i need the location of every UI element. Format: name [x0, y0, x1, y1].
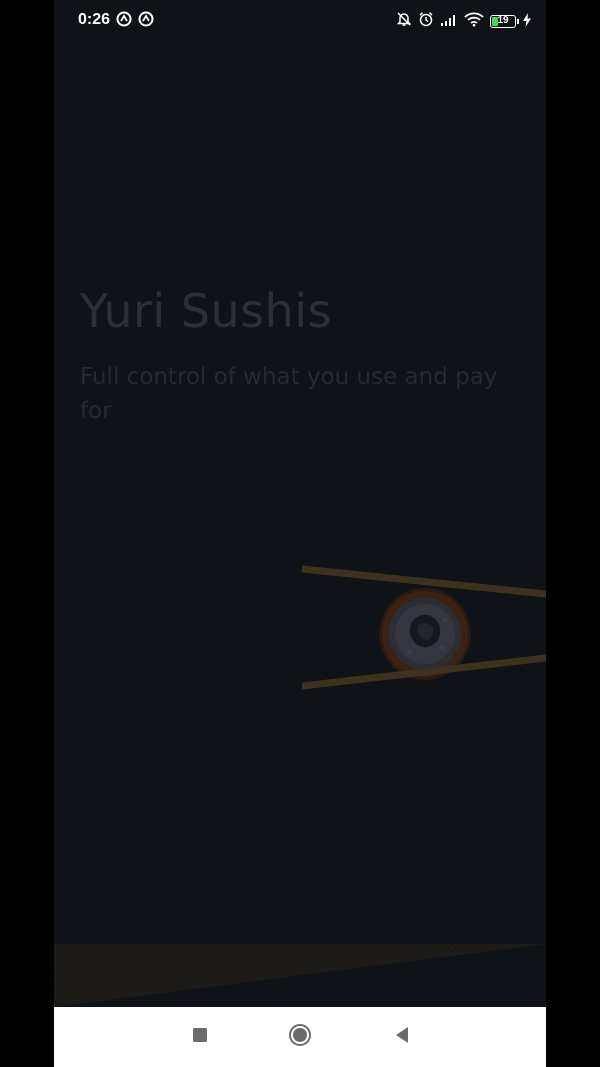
bell-off-icon [396, 11, 412, 31]
app-subtitle: Full control of what you use and pay for [80, 364, 498, 424]
app-title: Yuri Sushis [80, 284, 333, 338]
battery-icon: 19 [490, 14, 519, 28]
status-bar: 0:26 19 [54, 0, 546, 40]
notification-app-icon [138, 11, 154, 31]
signal-icon [440, 12, 458, 31]
sushi-chopsticks-illustration [298, 560, 546, 700]
status-time: 0:26 [78, 11, 111, 28]
recent-apps-icon [192, 1027, 208, 1047]
notification-app-icon [116, 11, 132, 31]
wifi-icon [464, 12, 484, 31]
recent-apps-button[interactable] [188, 1025, 212, 1049]
battery-percentage: 19 [497, 15, 509, 26]
decorative-wedge [54, 944, 546, 1007]
charging-icon [522, 12, 532, 31]
status-notification-icons [116, 11, 154, 31]
home-button[interactable] [288, 1023, 312, 1051]
battery-cap [517, 18, 519, 24]
alarm-icon [418, 11, 434, 31]
app-screen: 0:26 19 Yuri Sushis Full control of what… [54, 0, 546, 1067]
home-icon [288, 1023, 312, 1051]
back-button[interactable] [390, 1025, 414, 1049]
back-icon [394, 1026, 410, 1048]
navigation-bar [54, 1007, 546, 1067]
status-system-icons: 19 [396, 11, 532, 31]
